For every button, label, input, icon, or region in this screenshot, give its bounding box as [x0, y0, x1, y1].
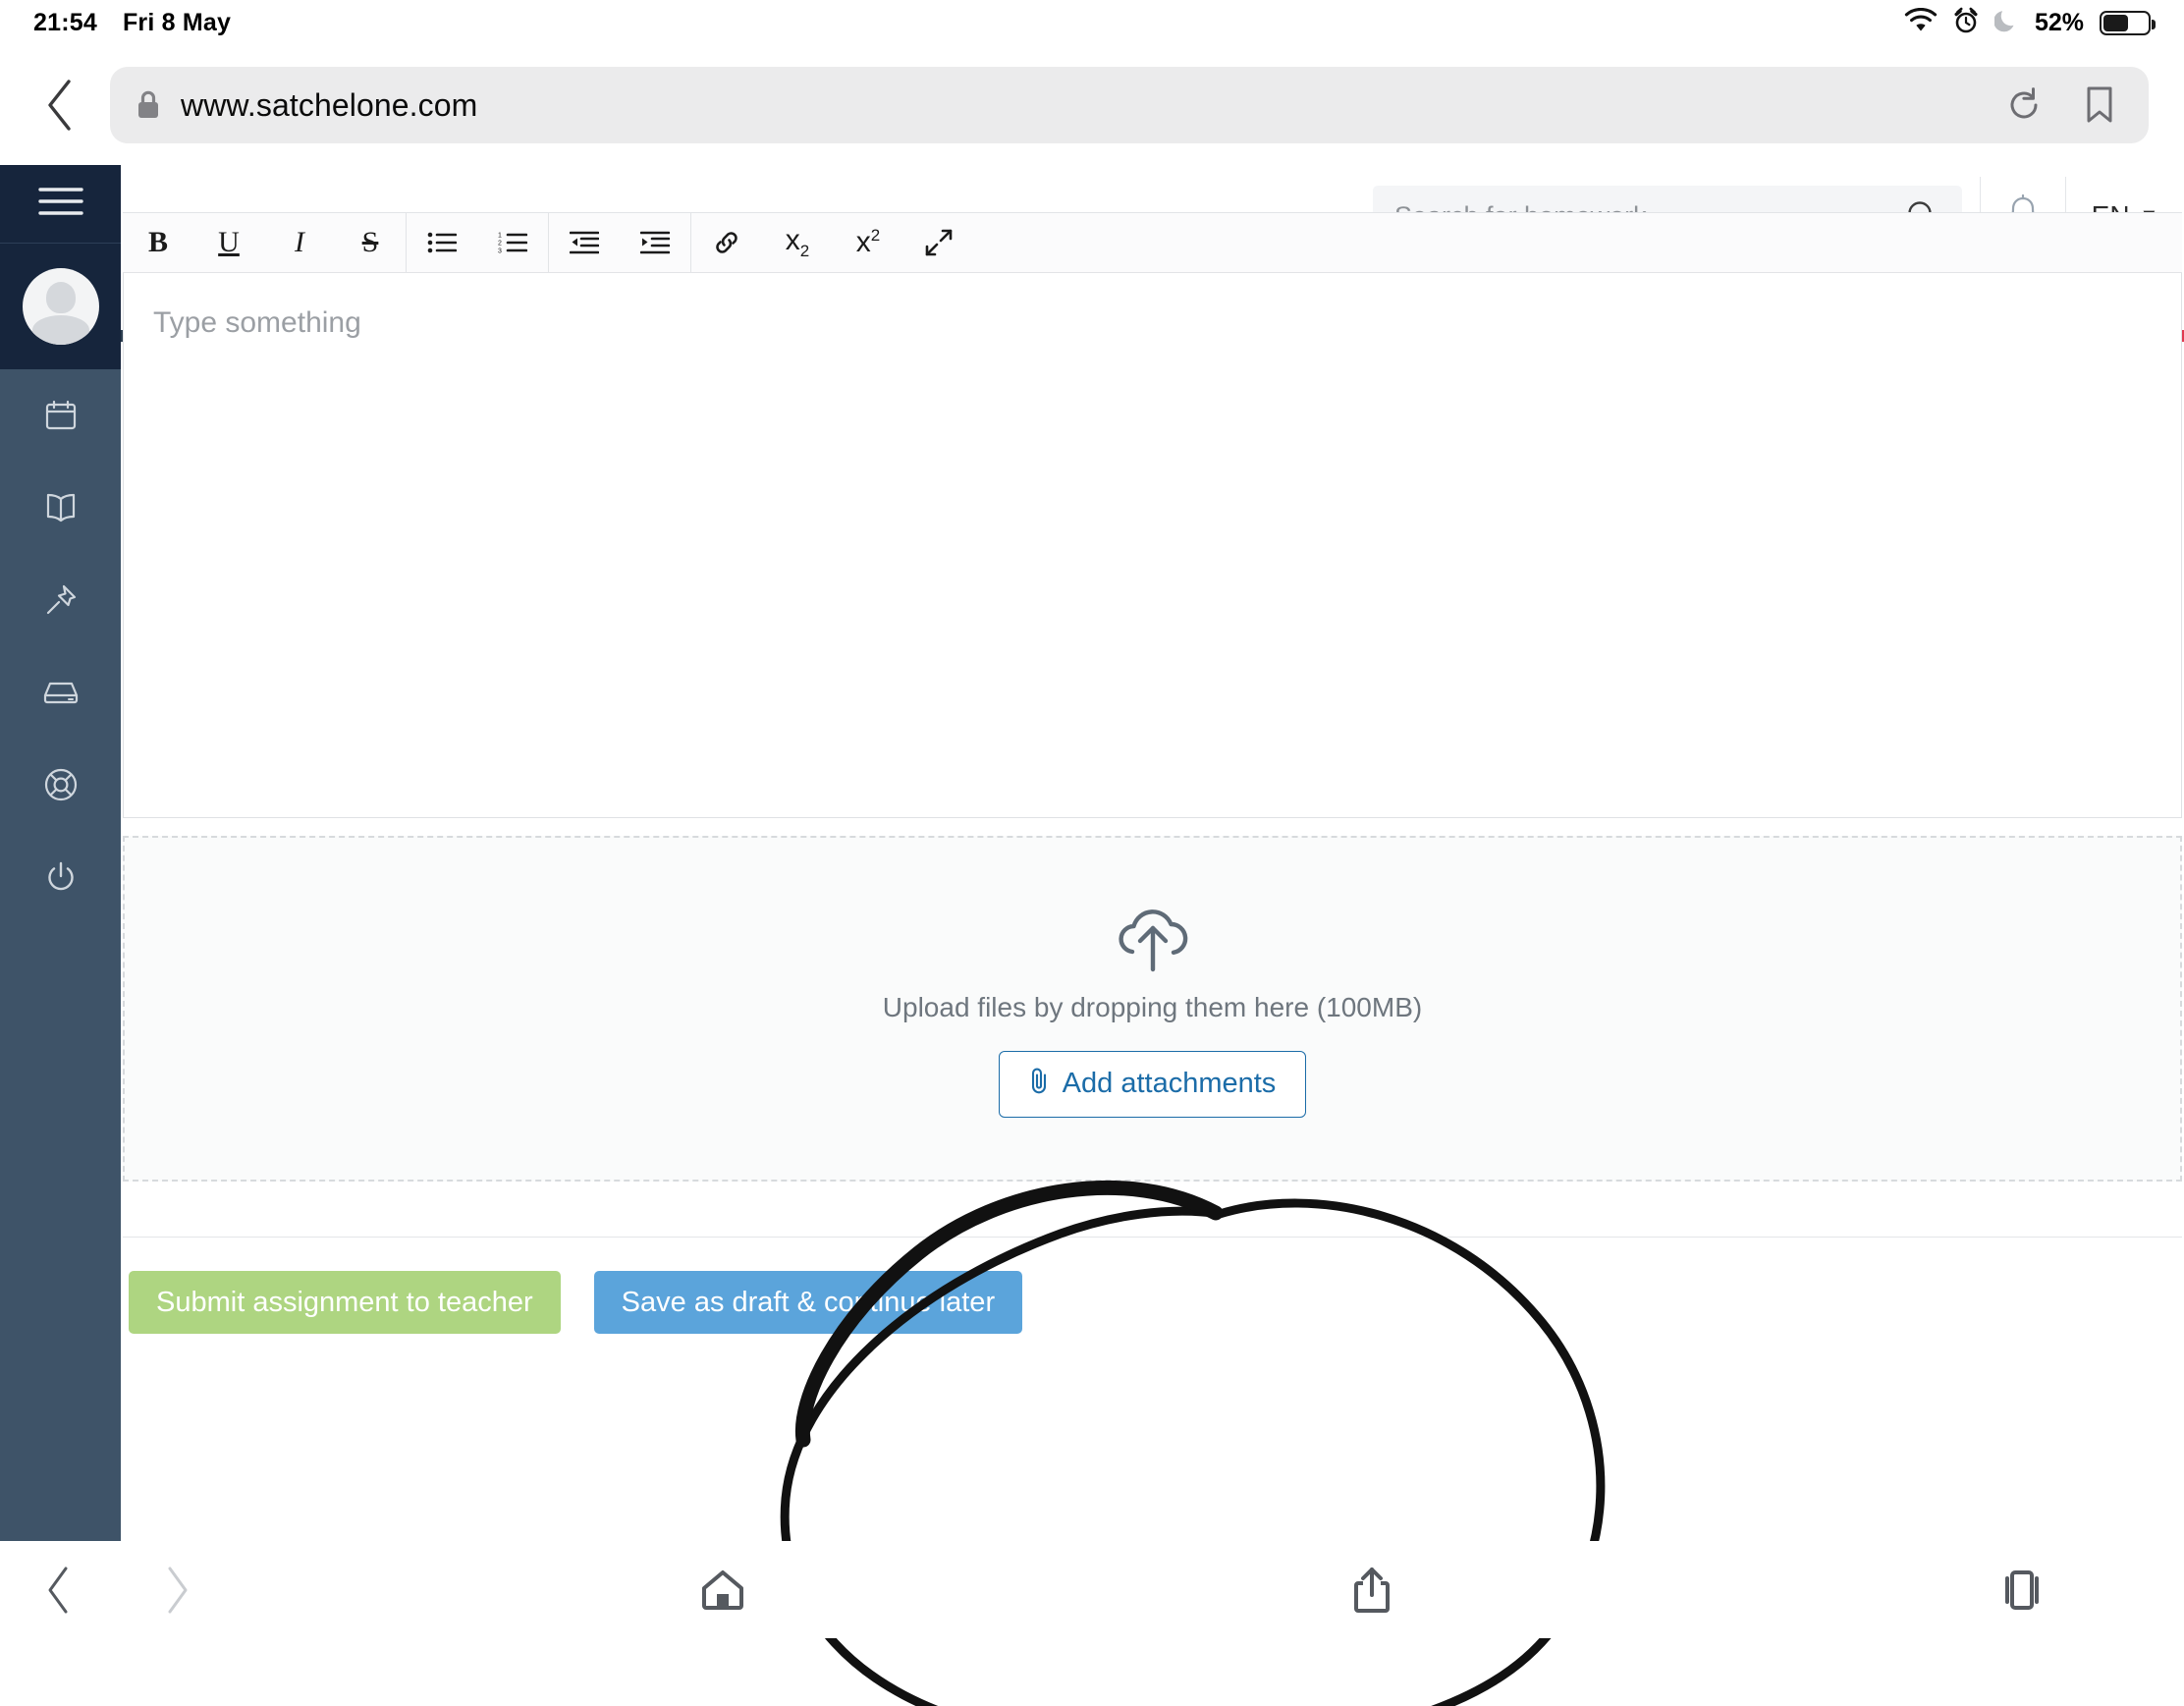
- toolbar-group-format: B U I S: [123, 212, 406, 273]
- address-bar-actions: [2005, 85, 2123, 125]
- add-attachments-label: Add attachments: [1062, 1068, 1277, 1099]
- submit-assignment-button[interactable]: Submit assignment to teacher: [129, 1271, 561, 1334]
- sidebar-item-notices[interactable]: [0, 462, 121, 554]
- url-text: www.satchelone.com: [181, 86, 478, 123]
- moon-icon: [1993, 8, 2019, 38]
- sidebar-item-logout[interactable]: [0, 831, 121, 923]
- bookmark-icon[interactable]: [2084, 85, 2115, 125]
- book-icon: [43, 491, 79, 524]
- hamburger-menu-button[interactable]: [0, 165, 121, 244]
- chevron-right-icon: [168, 1567, 188, 1613]
- numbered-list-button[interactable]: 123: [477, 212, 548, 273]
- editor-toolbar: B U I S 123 x2 x2: [123, 212, 2182, 273]
- status-bar-left: 21:54 Fri 8 May: [33, 9, 231, 37]
- add-attachments-button[interactable]: Add attachments: [998, 1050, 1307, 1118]
- calendar-icon: [44, 399, 78, 432]
- chevron-left-icon: [48, 80, 71, 131]
- address-bar[interactable]: www.satchelone.com: [110, 67, 2149, 143]
- sidebar-item-help[interactable]: [0, 739, 121, 831]
- reload-icon[interactable]: [2005, 86, 2043, 124]
- subscript-button[interactable]: x2: [762, 212, 833, 273]
- link-button[interactable]: [691, 212, 762, 273]
- status-date: Fri 8 May: [122, 8, 232, 36]
- tabs-button[interactable]: [1859, 1568, 2184, 1612]
- page-back-button[interactable]: [0, 1565, 118, 1616]
- file-dropzone[interactable]: Upload files by dropping them here (100M…: [123, 836, 2182, 1182]
- status-time: 21:54: [33, 8, 97, 36]
- save-draft-button[interactable]: Save as draft & continue later: [593, 1271, 1023, 1334]
- rich-text-editor[interactable]: Type something: [123, 273, 2182, 818]
- paperclip-icon: [1029, 1066, 1051, 1103]
- sidebar-item-files[interactable]: [0, 646, 121, 739]
- battery-percent: 52%: [2034, 8, 2084, 36]
- toolbar-group-indent: [549, 212, 690, 273]
- wifi-icon: [1904, 7, 1938, 38]
- toolbar-group-lists: 123: [407, 212, 548, 273]
- underline-button[interactable]: U: [193, 212, 264, 273]
- share-icon: [1354, 1567, 1391, 1613]
- form-actions: Submit assignment to teacher Save as dra…: [129, 1271, 2184, 1334]
- power-icon: [45, 860, 77, 894]
- fullscreen-button[interactable]: [903, 212, 974, 273]
- avatar: [22, 268, 99, 345]
- status-bar-right: 52%: [1904, 7, 2156, 39]
- share-button[interactable]: [1210, 1566, 1535, 1615]
- browser-bottom-toolbar: [0, 1541, 2184, 1638]
- sidebar-item-pinned[interactable]: [0, 554, 121, 646]
- lock-icon: [136, 89, 161, 121]
- bold-button[interactable]: B: [123, 212, 193, 273]
- assignment-editor: B U I S 123 x2 x2 Type something Upload …: [121, 212, 2184, 1334]
- avatar-button[interactable]: [0, 244, 121, 369]
- tabs-icon: [2004, 1569, 2039, 1610]
- app-sidebar: [0, 165, 121, 1541]
- hamburger-menu-icon: [37, 186, 83, 222]
- alarm-icon: [1953, 7, 1979, 39]
- toolbar-group-insert: x2 x2: [691, 212, 974, 273]
- editor-placeholder: Type something: [153, 306, 361, 339]
- svg-text:2: 2: [498, 241, 502, 248]
- svg-text:1: 1: [498, 233, 502, 240]
- drive-icon: [42, 679, 80, 706]
- svg-text:3: 3: [498, 248, 502, 255]
- dropzone-text: Upload files by dropping them here (100M…: [882, 991, 1423, 1022]
- pin-icon: [44, 583, 78, 617]
- sidebar-item-calendar[interactable]: [0, 369, 121, 462]
- battery-icon: [2100, 10, 2156, 35]
- strikethrough-button[interactable]: S: [335, 212, 406, 273]
- bullet-list-button[interactable]: [407, 212, 477, 273]
- browser-toolbar: www.satchelone.com: [0, 45, 2184, 165]
- italic-button[interactable]: I: [264, 212, 335, 273]
- superscript-button[interactable]: x2: [833, 212, 903, 273]
- outdent-button[interactable]: [549, 212, 620, 273]
- page-forward-button[interactable]: [118, 1565, 236, 1616]
- section-divider: [123, 1237, 2182, 1238]
- ipad-status-bar: 21:54 Fri 8 May 52%: [0, 0, 2184, 45]
- indent-button[interactable]: [620, 212, 690, 273]
- chevron-left-icon: [48, 1567, 68, 1613]
- web-page: Search for homework EN ▼ B U I S: [0, 165, 2184, 1706]
- home-button[interactable]: [561, 1568, 886, 1612]
- home-icon: [702, 1569, 743, 1610]
- browser-back-button[interactable]: [26, 71, 94, 139]
- cloud-upload-icon: [1106, 901, 1200, 982]
- life-ring-icon: [43, 767, 79, 802]
